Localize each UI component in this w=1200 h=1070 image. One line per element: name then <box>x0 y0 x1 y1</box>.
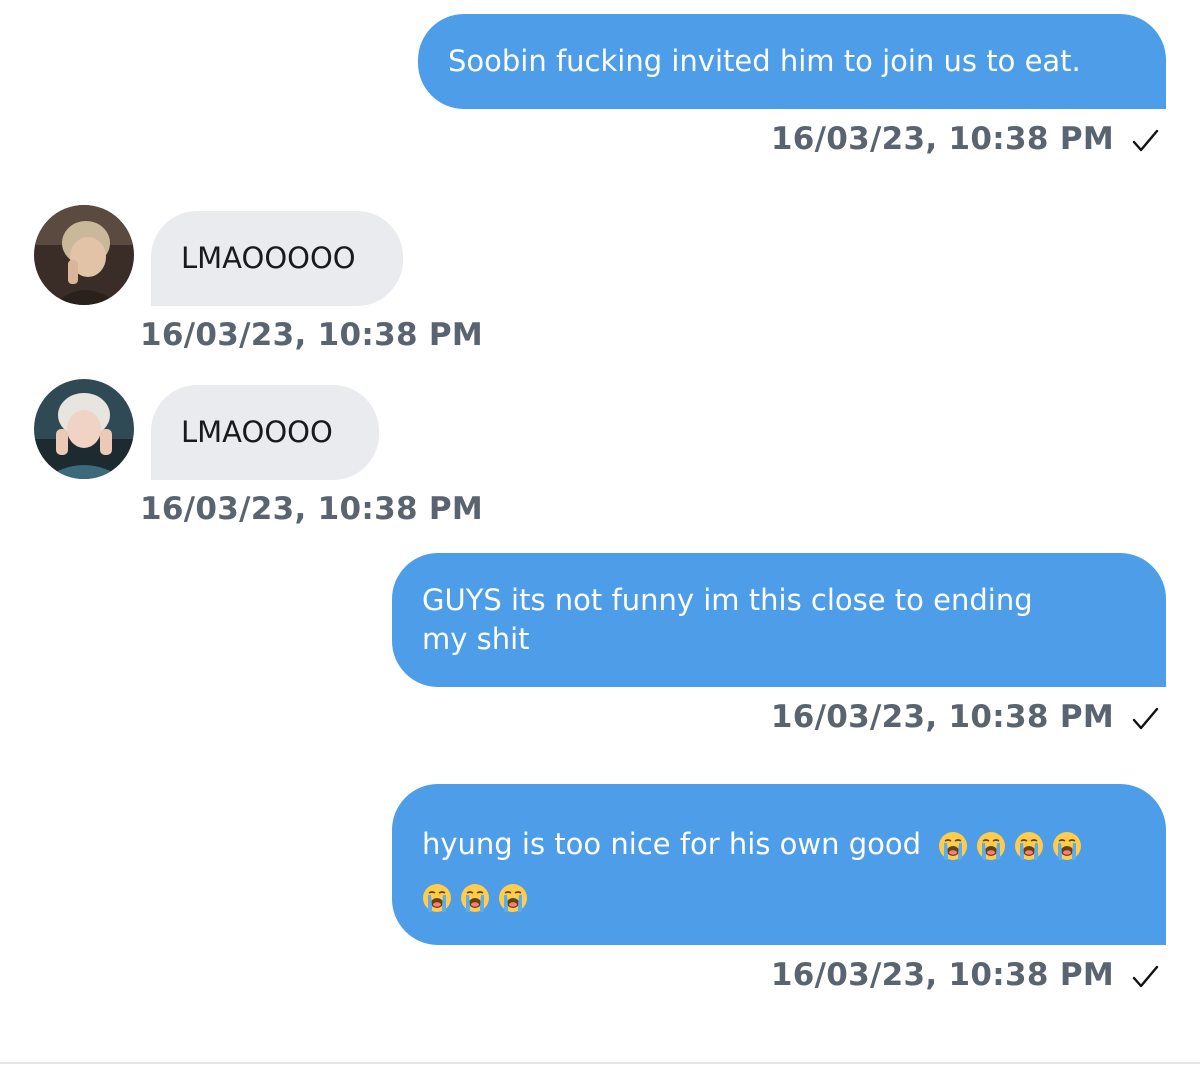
avatar[interactable] <box>34 379 134 479</box>
emoji-row-2 <box>422 883 528 913</box>
message-bubble-incoming[interactable]: LMAOOOOO <box>151 211 403 306</box>
message-text: hyung is too nice for his own good <box>422 827 922 861</box>
emoji-row-1 <box>938 831 1082 861</box>
loudly-crying-face-icon <box>461 884 489 912</box>
message-timestamp: 16/03/23, 10:38 PM <box>140 491 484 527</box>
message-bubble-incoming[interactable]: LMAOOOO <box>151 385 379 480</box>
avatar-photo-1 <box>34 205 134 305</box>
check-icon <box>1132 707 1159 730</box>
message-text: LMAOOOOO <box>181 241 356 275</box>
loudly-crying-face-icon <box>499 884 527 912</box>
message-text-line-2: my shit <box>422 622 530 656</box>
check-icon <box>1132 129 1159 152</box>
message-text: Soobin fucking invited him to join us to… <box>448 44 1081 78</box>
loudly-crying-face-icon <box>939 832 968 860</box>
message-bubble-outgoing[interactable]: GUYS its not funny im this close to endi… <box>392 553 1166 687</box>
message-timestamp: 16/03/23, 10:38 PM <box>770 121 1114 157</box>
loudly-crying-face-icon <box>977 832 1006 860</box>
message-timestamp: 16/03/23, 10:38 PM <box>140 317 484 353</box>
check-icon <box>1132 965 1159 988</box>
bottom-divider <box>0 1062 1200 1064</box>
message-text-line-1: GUYS its not funny im this close to endi… <box>422 583 1033 617</box>
loudly-crying-face-icon <box>1015 832 1044 860</box>
avatar-photo-2 <box>34 379 134 479</box>
message-text: LMAOOOO <box>181 415 333 449</box>
avatar[interactable] <box>34 205 134 305</box>
message-timestamp: 16/03/23, 10:38 PM <box>770 957 1114 993</box>
message-timestamp: 16/03/23, 10:38 PM <box>770 699 1114 735</box>
loudly-crying-face-icon <box>423 884 451 912</box>
loudly-crying-face-icon <box>1053 832 1082 860</box>
message-bubble-outgoing[interactable]: Soobin fucking invited him to join us to… <box>418 14 1166 109</box>
message-bubble-outgoing[interactable]: hyung is too nice for his own good <box>392 784 1166 945</box>
